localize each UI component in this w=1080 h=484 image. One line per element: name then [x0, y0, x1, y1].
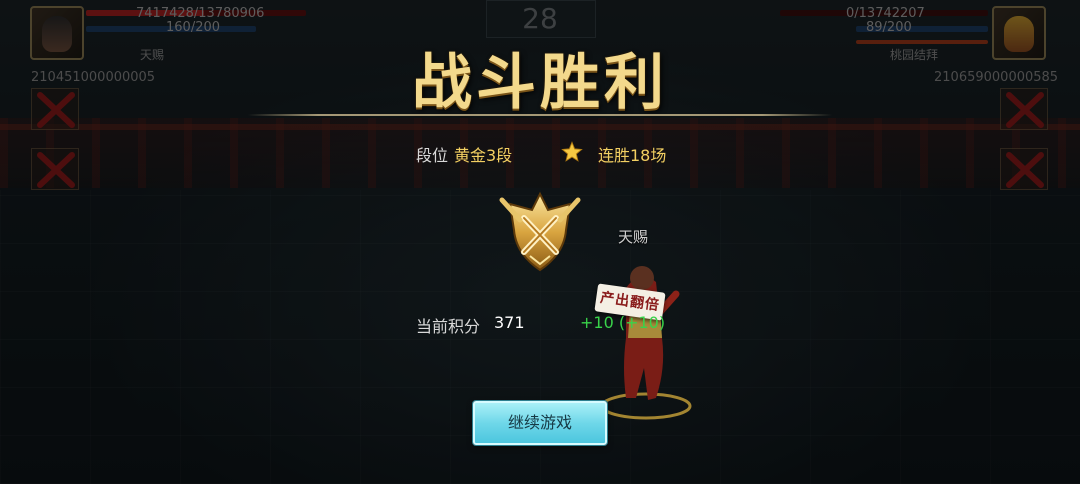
hero-character	[600, 266, 692, 420]
score-delta: +10 (+10)	[580, 313, 666, 332]
title-divider	[248, 114, 832, 116]
score-value: 371	[494, 313, 525, 332]
win-streak: 连胜18场	[598, 146, 667, 165]
rank-label: 段位	[416, 146, 449, 165]
score-label: 当前积分	[416, 317, 481, 336]
rank-value: 黄金3段	[454, 146, 513, 165]
continue-game-button[interactable]: 继续游戏	[473, 401, 607, 445]
star-icon	[561, 141, 583, 162]
victory-title: 战斗胜利	[412, 48, 668, 118]
rank-emblem-icon	[499, 191, 581, 272]
hero-name: 天赐	[618, 228, 649, 246]
